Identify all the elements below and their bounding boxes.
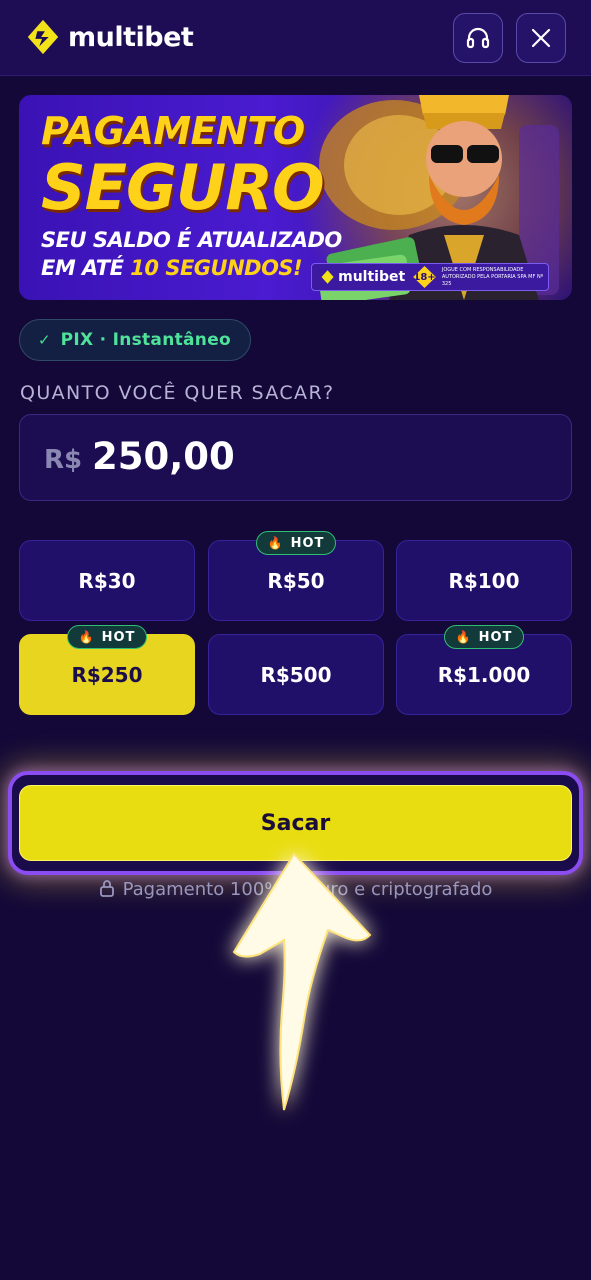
banner-subtitle-1: SEU SALDO É ATUALIZADO (41, 228, 342, 252)
hot-label: HOT (478, 629, 513, 645)
header: multibet (0, 0, 591, 76)
flame-icon: 🔥 (455, 630, 472, 644)
preset-label: R$50 (267, 568, 325, 593)
close-button[interactable] (516, 13, 566, 63)
hot-label: HOT (290, 535, 325, 551)
payment-method-chip[interactable]: ✓ PIX · Instantâneo (19, 319, 251, 361)
preset-label: R$1.000 (437, 662, 531, 687)
badge-legal-text: JOGUE COM RESPONSABILIDADE AUTORIZADO PE… (442, 267, 548, 288)
support-button[interactable] (453, 13, 503, 63)
badge-legal-line-2: AUTORIZADO PELA PORTARIA SPA MF Nº 325 (441, 273, 544, 287)
tutorial-arrow-icon (232, 852, 372, 1111)
banner-title-2: SEGURO (41, 151, 325, 224)
preset-label: R$30 (78, 568, 136, 593)
preset-button-500[interactable]: R$500 (208, 634, 384, 715)
preset-button-30[interactable]: R$30 (19, 540, 195, 621)
banner-subtitle-highlight: 10 SEGUNDOS! (130, 256, 303, 280)
hot-label: HOT (101, 629, 136, 645)
lock-icon (99, 880, 114, 897)
age-badge: 18+ (413, 266, 436, 288)
banner-subtitle-prefix: EM ATÉ (41, 256, 131, 280)
banner-title-1: PAGAMENTO (41, 109, 305, 153)
flame-icon: 🔥 (78, 630, 95, 644)
hot-badge: 🔥 HOT (256, 531, 336, 555)
preset-label: R$250 (71, 662, 143, 687)
banner-legal-badge: multibet 18+ JOGUE COM RESPONSABILIDADE … (311, 263, 549, 291)
badge-legal-line-1: JOGUE COM RESPONSABILIDADE (441, 266, 524, 273)
amount-question: QUANTO VOCÊ QUER SACAR? (20, 382, 335, 404)
promo-banner[interactable]: PAGAMENTO SEGURO SEU SALDO É ATUALIZADO … (19, 95, 572, 300)
checkmark-icon: ✓ (38, 331, 51, 349)
payment-method-label: PIX · Instantâneo (60, 330, 232, 350)
banner-subtitle-2: EM ATÉ 10 SEGUNDOS! (41, 256, 303, 280)
badge-brand: multibet (338, 269, 406, 285)
close-icon (531, 28, 551, 48)
multibet-logo-icon (321, 270, 334, 284)
preset-label: R$500 (260, 662, 332, 687)
headphones-icon (466, 27, 490, 49)
brand-name: multibet (68, 21, 194, 53)
preset-label: R$100 (448, 568, 520, 593)
amount-value[interactable]: 250,00 (92, 435, 235, 478)
multibet-logo-icon (27, 19, 59, 55)
brand-logo[interactable]: multibet (24, 18, 194, 56)
hot-badge: 🔥 HOT (67, 625, 147, 649)
flame-icon: 🔥 (267, 536, 284, 550)
preset-button-100[interactable]: R$100 (396, 540, 572, 621)
amount-input[interactable]: R$ 250,00 (19, 414, 572, 501)
hot-badge: 🔥 HOT (444, 625, 524, 649)
currency-prefix: R$ (44, 445, 83, 475)
